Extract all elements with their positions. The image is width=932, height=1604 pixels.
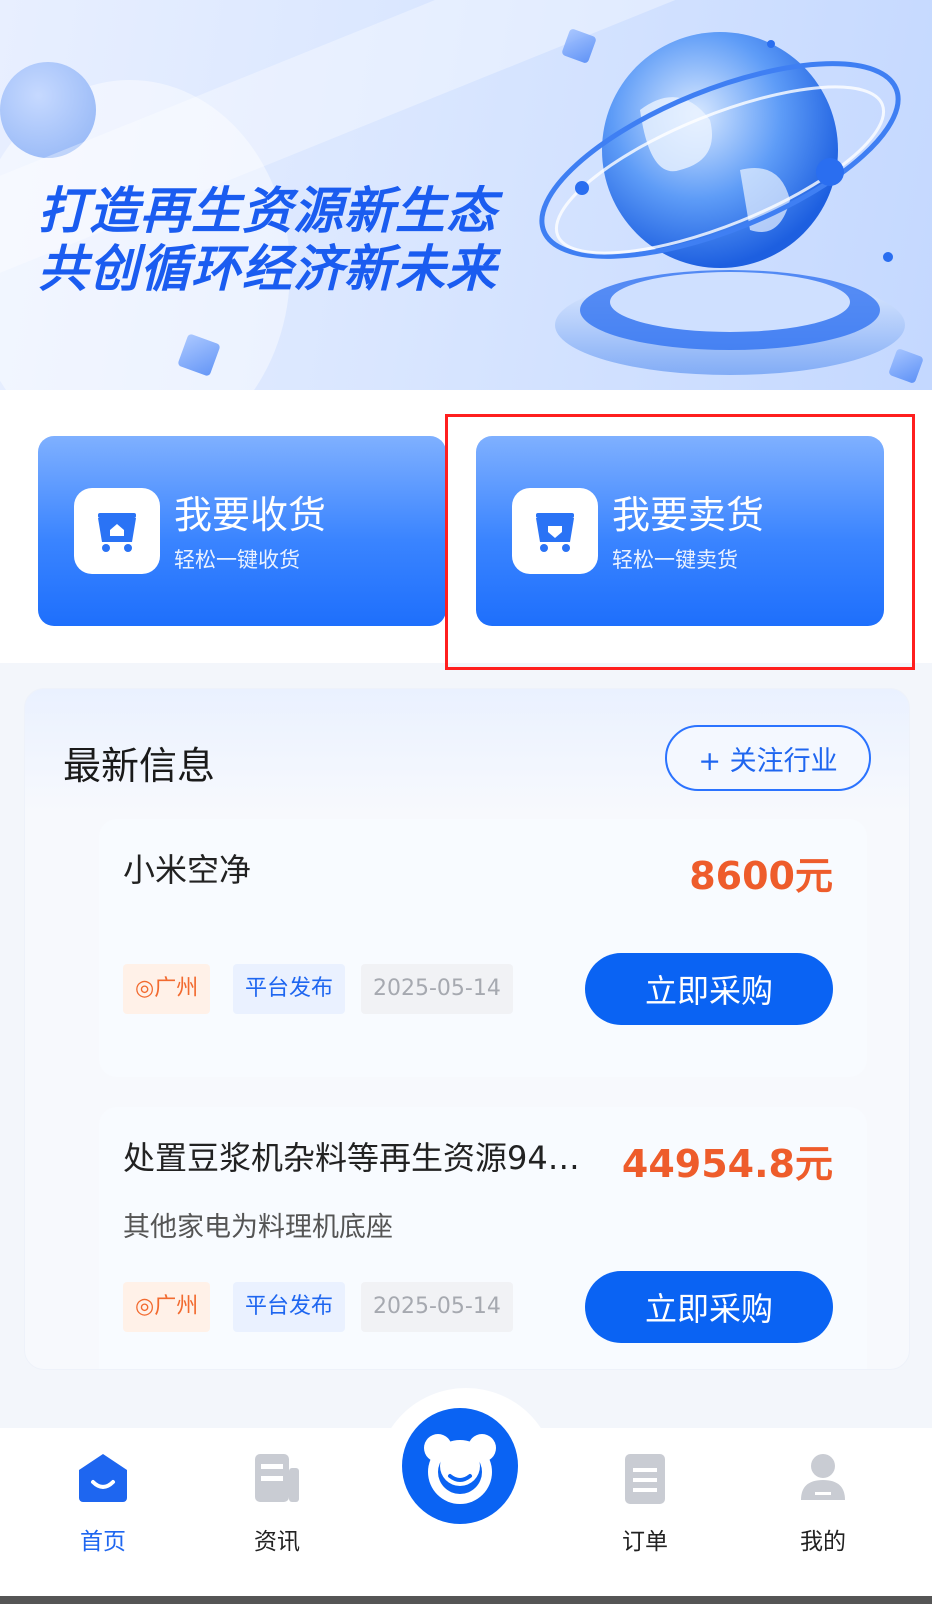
tab-home-label: 首页	[80, 1529, 126, 1555]
receive-goods-button[interactable]: 我要收货 轻松一键收货	[38, 436, 446, 626]
location-label: 广州	[154, 976, 199, 1001]
location-tag: ◎广州	[123, 1282, 211, 1332]
tab-profile-label: 我的	[800, 1529, 846, 1555]
tab-home[interactable]: 首页	[48, 1448, 158, 1558]
listing-price: 8600元	[689, 854, 833, 898]
tab-orders-label: 订单	[622, 1529, 668, 1555]
bear-mascot-icon	[424, 1434, 496, 1504]
buy-now-button[interactable]: 立即采购	[585, 953, 833, 1025]
follow-industry-button[interactable]: + 关注行业	[665, 725, 871, 791]
listing-card[interactable]: 处置豆浆机杂料等再生资源94… 44954.8元 其他家电为料理机底座 ◎广州 …	[99, 1107, 867, 1369]
tab-news[interactable]: 资讯	[222, 1448, 332, 1558]
receive-goods-subtitle: 轻松一键收货	[174, 548, 300, 572]
tab-news-label: 资讯	[254, 1529, 300, 1555]
location-tag: ◎广州	[123, 964, 211, 1014]
center-mascot-button[interactable]	[402, 1408, 518, 1524]
tab-profile[interactable]: 我的	[768, 1448, 878, 1558]
source-tag: 平台发布	[233, 964, 346, 1014]
banner-headline-line1: 打造再生资源新生态	[38, 182, 497, 240]
annotation-highlight-box	[445, 414, 915, 670]
bottom-edge	[0, 1596, 932, 1604]
globe-illustration-icon	[539, 32, 905, 375]
latest-info-panel: 最新信息 + 关注行业 小米空净 8600元 ◎广州 平台发布 2025-05-…	[24, 688, 910, 1370]
listing-description: 其他家电为料理机底座	[123, 1212, 393, 1243]
receive-cart-icon	[74, 488, 160, 574]
latest-info-title: 最新信息	[63, 744, 216, 788]
banner-headline: 打造再生资源新生态 共创循环经济新未来	[38, 182, 497, 298]
receive-goods-title: 我要收货	[174, 493, 327, 537]
banner-headline-line2: 共创循环经济新未来	[38, 240, 497, 298]
listing-name: 处置豆浆机杂料等再生资源94…	[123, 1139, 580, 1177]
date-tag: 2025-05-14	[361, 964, 513, 1014]
location-pin-icon: ◎	[135, 976, 155, 1001]
date-tag: 2025-05-14	[361, 1282, 513, 1332]
hero-banner: 打造再生资源新生态 共创循环经济新未来	[0, 0, 932, 390]
location-label: 广州	[154, 1294, 199, 1319]
tab-orders[interactable]: 订单	[590, 1448, 700, 1558]
source-tag: 平台发布	[233, 1282, 346, 1332]
listing-price: 44954.8元	[621, 1142, 833, 1186]
buy-now-button[interactable]: 立即采购	[585, 1271, 833, 1343]
order-icon	[625, 1454, 665, 1504]
home-icon	[79, 1454, 127, 1502]
location-pin-icon: ◎	[135, 1294, 155, 1319]
listing-name: 小米空净	[123, 851, 252, 889]
news-icon	[255, 1454, 299, 1502]
profile-icon	[801, 1454, 845, 1500]
listing-card[interactable]: 小米空净 8600元 ◎广州 平台发布 2025-05-14 立即采购	[99, 819, 867, 1077]
